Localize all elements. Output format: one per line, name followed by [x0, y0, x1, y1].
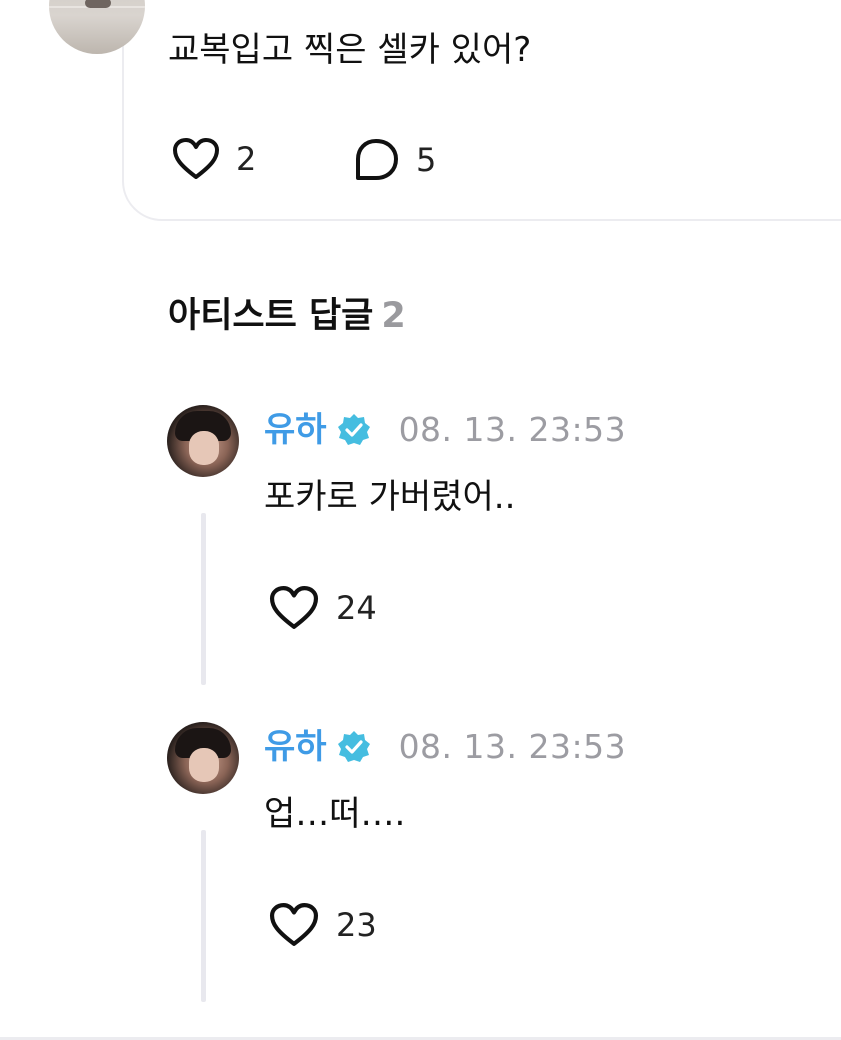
reply-header: 유하 08. 13. 23:53	[264, 408, 626, 452]
artist-replies-count: 2	[381, 296, 406, 336]
reply-like-button[interactable]: 24	[268, 585, 377, 631]
heart-outline-icon	[269, 586, 319, 629]
artist-name[interactable]: 유하	[264, 408, 327, 452]
artist-avatar[interactable]	[167, 722, 239, 794]
reply-like-button[interactable]: 23	[268, 902, 377, 948]
artist-replies-heading: 아티스트 답글 2	[168, 293, 406, 339]
heart-outline-icon	[269, 903, 319, 946]
reply-text: 포카로 가버렸어..	[264, 477, 516, 517]
post-comment-button[interactable]: 5	[352, 137, 436, 183]
artist-replies-title: 아티스트 답글	[168, 296, 374, 336]
reply-like-count: 24	[336, 589, 377, 627]
post-like-count: 2	[236, 140, 257, 178]
post-comment-count: 5	[416, 141, 437, 179]
artist-name[interactable]: 유하	[264, 725, 327, 769]
verified-badge-icon	[337, 414, 370, 445]
avatar-figure	[85, 0, 111, 8]
speech-bubble-icon	[356, 139, 398, 180]
post-text: 교복입고 찍은 셀카 있어?	[168, 30, 532, 70]
reply-like-count: 23	[336, 906, 377, 944]
avatar-face	[189, 431, 219, 465]
reply-text: 업…떠….	[264, 794, 406, 834]
reply-timestamp: 08. 13. 23:53	[398, 727, 627, 766]
post-like-button[interactable]: 2	[172, 137, 256, 181]
thread-line	[201, 513, 206, 685]
heart-outline-icon	[173, 138, 219, 179]
thread-line	[201, 830, 206, 1002]
avatar-face	[189, 748, 219, 782]
verified-badge-icon	[337, 731, 370, 762]
reply-timestamp: 08. 13. 23:53	[398, 410, 627, 449]
artist-avatar[interactable]	[167, 405, 239, 477]
reply-header: 유하 08. 13. 23:53	[264, 725, 626, 769]
